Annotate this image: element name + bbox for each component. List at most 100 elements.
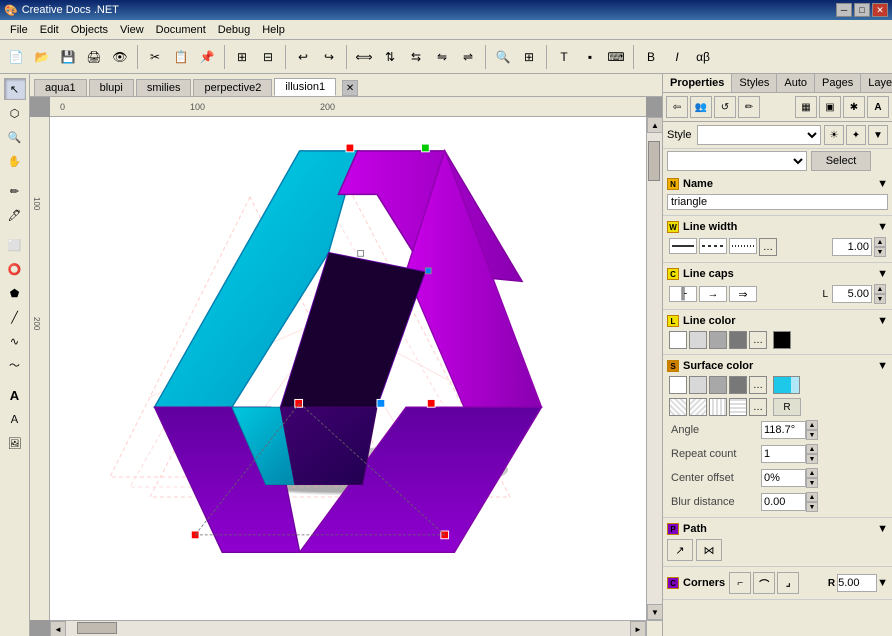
pt-rotate[interactable]: ↺ <box>714 96 736 118</box>
lc-swatch-white[interactable] <box>669 331 687 349</box>
tb-align3[interactable]: ⇆ <box>404 45 428 69</box>
pt-text[interactable]: A <box>867 96 889 118</box>
ls-dash[interactable] <box>699 238 727 254</box>
lc-swatch-dgray[interactable] <box>729 331 747 349</box>
pt-grid2[interactable]: ▣ <box>819 96 841 118</box>
tool-poly[interactable]: ⬟ <box>4 282 26 304</box>
center-offset-input[interactable] <box>761 469 806 487</box>
ls-more[interactable]: … <box>759 238 777 256</box>
tool-pan[interactable]: ✋ <box>4 150 26 172</box>
lc-swatch-mgray[interactable] <box>709 331 727 349</box>
path-header[interactable]: P Path ▼ <box>667 521 888 537</box>
style-btn-light[interactable]: ✦ <box>846 125 866 145</box>
tb-print[interactable]: 🖨 <box>82 45 106 69</box>
line-caps-expand[interactable]: ▼ <box>877 268 888 280</box>
tab-illusion1[interactable]: illusion1 <box>274 78 336 96</box>
tb-align2[interactable]: ⇅ <box>378 45 402 69</box>
tb-align1[interactable]: ⟺ <box>352 45 376 69</box>
tb-grid[interactable]: ⊞ <box>517 45 541 69</box>
lc-arrow1[interactable]: → <box>699 286 727 302</box>
tool-line[interactable]: ╱ <box>4 306 26 328</box>
sc-swatch-hatch1[interactable] <box>669 398 687 416</box>
scroll-track-h[interactable] <box>66 621 630 636</box>
repeat-spin-down[interactable]: ▼ <box>806 454 818 464</box>
r-button[interactable]: R <box>773 398 801 416</box>
repeat-count-input[interactable] <box>761 445 806 463</box>
line-width-expand[interactable]: ▼ <box>877 221 888 233</box>
corners-r-input[interactable] <box>837 574 877 592</box>
pt-group[interactable]: 👥 <box>690 96 712 118</box>
select-button[interactable]: Select <box>811 151 871 171</box>
angle-spin-down[interactable]: ▼ <box>806 430 818 440</box>
tb-zoom[interactable]: 🔍 <box>491 45 515 69</box>
center-spin-up[interactable]: ▲ <box>806 468 818 478</box>
menu-view[interactable]: View <box>114 23 150 37</box>
name-header[interactable]: N Name ▼ <box>667 176 888 192</box>
line-color-expand[interactable]: ▼ <box>877 315 888 327</box>
sc-secondary-color[interactable] <box>791 376 800 394</box>
sc-swatch-vert[interactable] <box>709 398 727 416</box>
tool-image[interactable]: 🖼 <box>4 432 26 454</box>
lc-spin-up[interactable]: ▲ <box>874 284 886 294</box>
line-width-header[interactable]: W Line width ▼ <box>667 219 888 235</box>
tool-textbox[interactable]: Ａ <box>4 408 26 430</box>
lc-current-color[interactable] <box>773 331 791 349</box>
tb-spell[interactable]: αβ <box>691 45 715 69</box>
surface-color-header[interactable]: S Surface color ▼ <box>667 358 888 374</box>
tab-aqua1[interactable]: aqua1 <box>34 79 87 96</box>
sc-swatch-dots[interactable]: … <box>749 376 767 394</box>
tab-blupi[interactable]: blupi <box>89 79 134 96</box>
sc-swatch-mgray[interactable] <box>709 376 727 394</box>
menu-objects[interactable]: Objects <box>65 23 114 37</box>
tool-text[interactable]: A <box>4 384 26 406</box>
repeat-spin-up[interactable]: ▲ <box>806 444 818 454</box>
style-select[interactable] <box>697 125 821 145</box>
sc-swatch-lgray[interactable] <box>689 376 707 394</box>
corner-bevel[interactable]: ⌟ <box>777 572 799 594</box>
lc-spin-down[interactable]: ▼ <box>874 294 886 304</box>
tab-smilies[interactable]: smilies <box>136 79 192 96</box>
panel-tab-pages[interactable]: Pages <box>815 74 861 92</box>
close-button[interactable]: ✕ <box>872 3 888 17</box>
scroll-right-button[interactable]: ► <box>630 621 646 636</box>
pt-edit[interactable]: ✏ <box>738 96 760 118</box>
menu-edit[interactable]: Edit <box>34 23 65 37</box>
angle-spin-up[interactable]: ▲ <box>806 420 818 430</box>
tb-text1[interactable]: T <box>552 45 576 69</box>
tb-cut[interactable]: ✂ <box>143 45 167 69</box>
pt-grid1[interactable]: ▦ <box>795 96 817 118</box>
main-dropdown[interactable] <box>667 151 807 171</box>
tb-ungroup[interactable]: ⊟ <box>256 45 280 69</box>
corners-header[interactable]: C Corners ⌐ ⌒ ⌟ R ▼ <box>667 570 888 596</box>
lc-arrow2[interactable]: ⇒ <box>729 286 757 302</box>
lc-butt[interactable]: ╟ <box>669 286 697 302</box>
name-expand[interactable]: ▼ <box>877 178 888 190</box>
name-input[interactable] <box>667 194 888 210</box>
panel-tab-layers[interactable]: Layers <box>861 74 892 92</box>
style-btn-down[interactable]: ▼ <box>868 125 888 145</box>
tool-curve[interactable]: ∿ <box>4 330 26 352</box>
line-width-input[interactable] <box>832 238 872 256</box>
scrollbar-horizontal[interactable]: ◄ ► <box>50 620 646 636</box>
menu-help[interactable]: Help <box>256 23 291 37</box>
tb-open[interactable]: 📂 <box>30 45 54 69</box>
panel-tab-auto[interactable]: Auto <box>777 74 815 92</box>
tool-node[interactable]: ⬡ <box>4 102 26 124</box>
blur-distance-input[interactable] <box>761 493 806 511</box>
scroll-track-v[interactable] <box>647 133 662 604</box>
tb-copy[interactable]: 📋 <box>169 45 193 69</box>
tb-italic[interactable]: I <box>665 45 689 69</box>
surface-color-expand[interactable]: ▼ <box>877 360 888 372</box>
menu-document[interactable]: Document <box>150 23 212 37</box>
line-color-header[interactable]: L Line color ▼ <box>667 313 888 329</box>
scroll-up-button[interactable]: ▲ <box>647 117 662 133</box>
canvas-wrapper[interactable]: 0 100 200 100 200 <box>30 97 662 636</box>
lw-spin-up[interactable]: ▲ <box>874 237 886 247</box>
sc-swatch-more[interactable]: … <box>749 398 767 416</box>
tool-select[interactable]: ↖ <box>4 78 26 100</box>
angle-input[interactable] <box>761 421 806 439</box>
ls-solid[interactable] <box>669 238 697 254</box>
center-spin-down[interactable]: ▼ <box>806 478 818 488</box>
corner-sharp[interactable]: ⌐ <box>729 572 751 594</box>
tb-bold[interactable]: B <box>639 45 663 69</box>
